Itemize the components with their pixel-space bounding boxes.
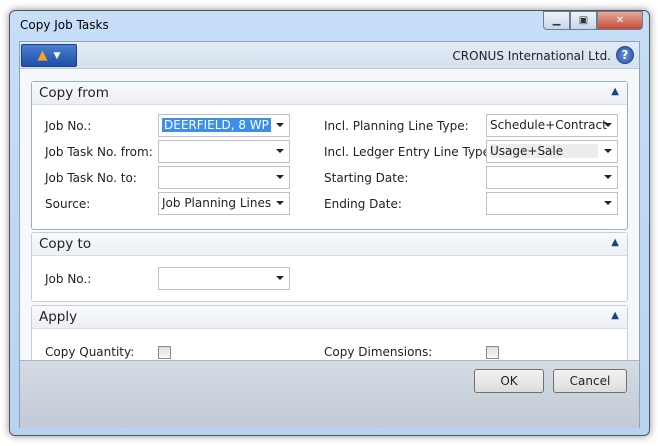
cancel-button[interactable]: Cancel bbox=[553, 369, 627, 393]
starting-date-field[interactable] bbox=[486, 166, 618, 189]
copy-dimensions-checkbox[interactable] bbox=[486, 346, 499, 359]
source-field[interactable]: Job Planning Lines bbox=[158, 192, 290, 215]
ledger-type-field[interactable]: Usage+Sale bbox=[486, 140, 618, 163]
apply-header[interactable]: Apply ▲ bbox=[32, 306, 627, 329]
copy-from-section: Copy from ▲ Job No.: DEERFIELD, 8 WP Job … bbox=[31, 81, 628, 230]
company-name: CRONUS International Ltd. bbox=[452, 49, 611, 63]
planning-type-label: Incl. Planning Line Type: bbox=[324, 119, 469, 133]
application-menu-button[interactable]: ▲ ▼ bbox=[21, 44, 77, 67]
job-no-field[interactable]: DEERFIELD, 8 WP bbox=[158, 114, 290, 137]
dropdown-icon[interactable] bbox=[604, 123, 612, 127]
planning-type-field[interactable]: Schedule+Contract bbox=[486, 114, 618, 137]
ending-date-field[interactable] bbox=[486, 192, 618, 215]
task-from-label: Job Task No. from: bbox=[45, 145, 153, 159]
dropdown-icon[interactable] bbox=[604, 149, 612, 153]
copy-to-job-no-field[interactable] bbox=[158, 267, 290, 290]
dropdown-icon[interactable] bbox=[276, 149, 284, 153]
collapse-icon[interactable]: ▲ bbox=[611, 237, 619, 248]
chevron-down-icon: ▼ bbox=[53, 50, 61, 61]
minimize-button[interactable]: ▁ bbox=[543, 11, 570, 30]
copy-quantity-checkbox[interactable] bbox=[158, 346, 171, 359]
copy-quantity-label: Copy Quantity: bbox=[45, 345, 135, 359]
copy-to-section: Copy to ▲ Job No.: bbox=[31, 232, 628, 302]
copy-to-job-no-label: Job No.: bbox=[45, 272, 92, 286]
task-from-field[interactable] bbox=[158, 140, 290, 163]
maximize-button[interactable]: ▣ bbox=[570, 11, 597, 30]
dropdown-icon[interactable] bbox=[276, 123, 284, 127]
source-label: Source: bbox=[45, 197, 91, 211]
dropdown-icon[interactable] bbox=[604, 201, 612, 205]
job-no-label: Job No.: bbox=[45, 119, 92, 133]
help-icon[interactable]: ? bbox=[616, 46, 634, 64]
copy-to-header[interactable]: Copy to ▲ bbox=[32, 233, 627, 256]
task-to-label: Job Task No. to: bbox=[45, 171, 137, 185]
dropdown-icon[interactable] bbox=[604, 175, 612, 179]
dropdown-icon[interactable] bbox=[276, 276, 284, 280]
dialog-window: Copy Job Tasks ▁ ▣ ✕ ▲ ▼ CRONUS Internati… bbox=[9, 10, 650, 436]
window-title: Copy Job Tasks bbox=[20, 18, 109, 32]
close-button[interactable]: ✕ bbox=[597, 11, 643, 30]
collapse-icon[interactable]: ▲ bbox=[611, 310, 619, 321]
dynamics-logo-icon: ▲ bbox=[37, 48, 48, 63]
starting-date-label: Starting Date: bbox=[324, 171, 409, 185]
collapse-icon[interactable]: ▲ bbox=[611, 86, 619, 97]
task-to-field[interactable] bbox=[158, 166, 290, 189]
copy-from-header[interactable]: Copy from ▲ bbox=[32, 82, 627, 105]
dropdown-icon[interactable] bbox=[276, 201, 284, 205]
copy-dimensions-label: Copy Dimensions: bbox=[324, 345, 433, 359]
dropdown-icon[interactable] bbox=[276, 175, 284, 179]
ok-button[interactable]: OK bbox=[474, 369, 544, 393]
ledger-type-label: Incl. Ledger Entry Line Type: bbox=[324, 145, 495, 159]
ending-date-label: Ending Date: bbox=[324, 197, 402, 211]
